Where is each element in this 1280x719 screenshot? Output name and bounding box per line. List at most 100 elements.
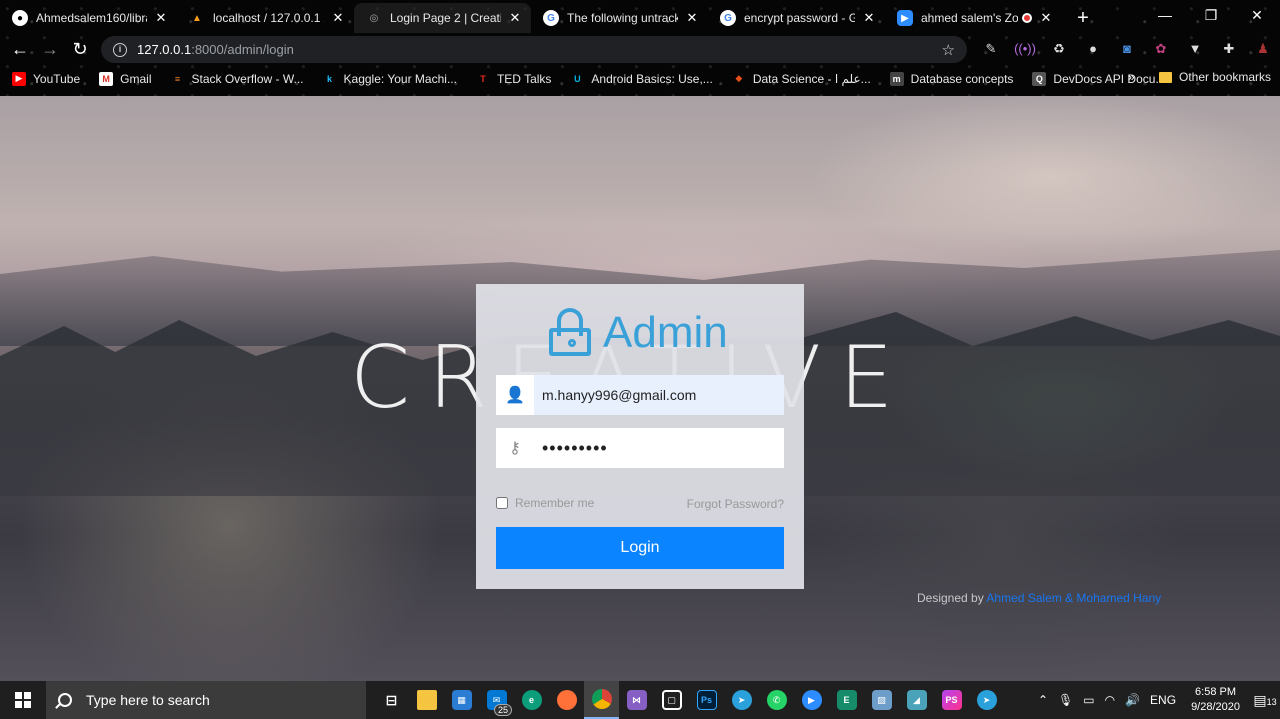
bookmark-star-icon[interactable]: ☆ xyxy=(942,41,955,59)
phpstorm-icon: PS xyxy=(941,690,962,710)
email-field[interactable]: 👤 xyxy=(496,375,784,415)
broadcast-extension-icon[interactable]: ((•)) xyxy=(1014,39,1036,59)
new-tab-button[interactable]: + xyxy=(1068,3,1098,33)
tab-google-encrypt[interactable]: G encrypt password - Goo ✕ xyxy=(708,3,885,33)
pen-extension-icon[interactable]: ✎ xyxy=(980,39,1002,59)
edraw-icon: E xyxy=(836,690,857,710)
restore-icon[interactable]: ❐ xyxy=(1188,0,1234,30)
profile-avatar-icon[interactable]: ♟ xyxy=(1252,39,1274,59)
edraw-button[interactable]: E xyxy=(829,681,864,719)
notepad-button[interactable]: ▢ xyxy=(654,681,689,719)
credit-prefix: Designed by xyxy=(917,591,987,605)
key-icon: ⚷ xyxy=(496,428,534,468)
file-explorer-button[interactable] xyxy=(409,681,444,719)
close-window-icon[interactable]: ✕ xyxy=(1234,0,1280,30)
phpstorm-button[interactable]: PS xyxy=(934,681,969,719)
wifi-icon[interactable]: ◠ xyxy=(1105,693,1115,707)
taskbar-search[interactable]: Type here to search xyxy=(46,681,366,719)
credit-names-link[interactable]: Ahmed Salem & Mohamed Hany xyxy=(986,591,1161,605)
circle-extension-icon[interactable]: ● xyxy=(1082,39,1104,59)
bookmark-devdocs[interactable]: Q DevDocs API Docu... xyxy=(1032,71,1165,86)
tab-phpmyadmin[interactable]: ▲ localhost / 127.0.0.1 / li ✕ xyxy=(177,3,354,33)
notification-center[interactable]: ▤13 xyxy=(1250,692,1280,709)
tab-github[interactable]: ● Ahmedsalem160/library ✕ xyxy=(0,3,177,33)
bookmark-youtube[interactable]: ▶ YouTube xyxy=(12,71,80,86)
notification-count: 13 xyxy=(1266,696,1277,707)
tab-login-page[interactable]: ◎ Login Page 2 | Creative ✕ xyxy=(354,3,531,33)
telegram-2-button[interactable]: ➤ xyxy=(969,681,1004,719)
folder-icon xyxy=(416,690,437,710)
close-tab-icon[interactable]: ✕ xyxy=(861,10,877,26)
more-bookmarks-button[interactable]: » xyxy=(1128,70,1135,84)
edge-button[interactable]: e xyxy=(514,681,549,719)
bookmark-label: Gmail xyxy=(120,71,152,86)
chrome-button[interactable] xyxy=(584,681,619,719)
github-icon: ● xyxy=(12,10,28,26)
start-button[interactable] xyxy=(0,681,46,719)
notes-button[interactable]: ◢ xyxy=(899,681,934,719)
close-tab-icon[interactable]: ✕ xyxy=(684,10,700,26)
youtube-icon: ▶ xyxy=(12,71,26,86)
close-tab-icon[interactable]: ✕ xyxy=(507,10,523,26)
chevron-up-icon[interactable]: ⌃ xyxy=(1038,693,1048,707)
camera-extension-icon[interactable]: ◙ xyxy=(1116,39,1138,59)
bookmark-data-science[interactable]: ◆ Data Science - علم ا... xyxy=(732,72,870,86)
ted-icon: T xyxy=(480,73,486,84)
bookmark-ted[interactable]: T TED Talks xyxy=(476,72,551,86)
visual-studio-button[interactable]: ⋈ xyxy=(619,681,654,719)
clock-time: 6:58 PM xyxy=(1195,686,1237,698)
tab-zoom[interactable]: ▶ ahmed salem's Zoo ✕ xyxy=(885,3,1062,33)
login-button[interactable]: Login xyxy=(496,527,784,569)
other-bookmarks[interactable]: Other bookmarks xyxy=(1159,70,1271,84)
recycle-extension-icon[interactable]: ♻ xyxy=(1048,39,1070,59)
close-tab-icon[interactable]: ✕ xyxy=(153,10,169,26)
bookmark-database-concepts[interactable]: m Database concepts xyxy=(889,71,1013,86)
volume-icon[interactable]: 🔊 xyxy=(1125,693,1140,707)
bookmark-gmail[interactable]: M Gmail xyxy=(99,71,152,86)
password-input[interactable] xyxy=(534,437,774,459)
vue-extension-icon[interactable]: ▼ xyxy=(1184,39,1206,59)
photos-button[interactable]: ▨ xyxy=(864,681,899,719)
other-bookmarks-label: Other bookmarks xyxy=(1179,70,1272,84)
forward-icon[interactable]: → xyxy=(35,39,65,60)
address-bar[interactable]: i 127.0.0.1 :8000/admin/login ☆ xyxy=(101,36,967,63)
back-icon[interactable]: ← xyxy=(5,39,35,60)
close-tab-icon[interactable]: ✕ xyxy=(330,10,346,26)
email-input[interactable] xyxy=(534,387,774,403)
photoshop-button[interactable]: Ps xyxy=(689,681,724,719)
extensions-area: ✎ ((•)) ♻ ● ◙ ✿ ▼ ✚ ♟ ⋮ xyxy=(980,39,1280,59)
bookmark-stackoverflow[interactable]: ≡ Stack Overflow - W... xyxy=(171,72,304,86)
chrome-icon xyxy=(591,689,612,709)
puzzle-extension-icon[interactable]: ✚ xyxy=(1218,39,1240,59)
password-field[interactable]: ⚷ xyxy=(496,428,784,468)
notepad-icon: ▢ xyxy=(661,690,682,710)
remember-me-checkbox[interactable] xyxy=(496,497,508,509)
browser-toolbar: ← → ↻ i 127.0.0.1 :8000/admin/login ☆ ✎ … xyxy=(0,33,1280,65)
minimize-icon[interactable]: — xyxy=(1142,0,1188,30)
whatsapp-button[interactable]: ✆ xyxy=(759,681,794,719)
language-indicator[interactable]: ENG xyxy=(1150,693,1176,707)
store-button[interactable]: ▦ xyxy=(444,681,479,719)
remember-me[interactable]: Remember me xyxy=(496,496,594,510)
bookmark-udacity[interactable]: U Android Basics: Use,... xyxy=(570,72,713,86)
forgot-password-link[interactable]: Forgot Password? xyxy=(687,497,784,511)
zoom-button[interactable]: ▶ xyxy=(794,681,829,719)
site-info-icon[interactable]: i xyxy=(113,42,127,57)
battery-icon[interactable]: ▭ xyxy=(1083,693,1094,707)
bookmark-label: TED Talks xyxy=(496,71,552,86)
flower-extension-icon[interactable]: ✿ xyxy=(1150,39,1172,59)
clock[interactable]: 6:58 PM 9/28/2020 xyxy=(1191,685,1240,715)
firefox-button[interactable] xyxy=(549,681,584,719)
close-tab-icon[interactable]: ✕ xyxy=(1038,10,1054,26)
microphone-icon[interactable]: 🎙 xyxy=(1058,693,1073,707)
tab-title: Ahmedsalem160/library xyxy=(36,11,147,25)
bookmark-label: Stack Overflow - W... xyxy=(191,71,304,86)
reload-icon[interactable]: ↻ xyxy=(65,39,95,60)
bookmark-kaggle[interactable]: k Kaggle: Your Machi... xyxy=(323,72,457,86)
tab-google-untracked[interactable]: G The following untracked ✕ xyxy=(531,3,708,33)
task-view-button[interactable]: ⊟ xyxy=(374,681,409,719)
telegram-button[interactable]: ➤ xyxy=(724,681,759,719)
mail-button[interactable]: ✉ 25 xyxy=(479,681,514,719)
stackoverflow-icon: ≡ xyxy=(174,73,181,84)
windows-logo-icon xyxy=(15,692,31,708)
